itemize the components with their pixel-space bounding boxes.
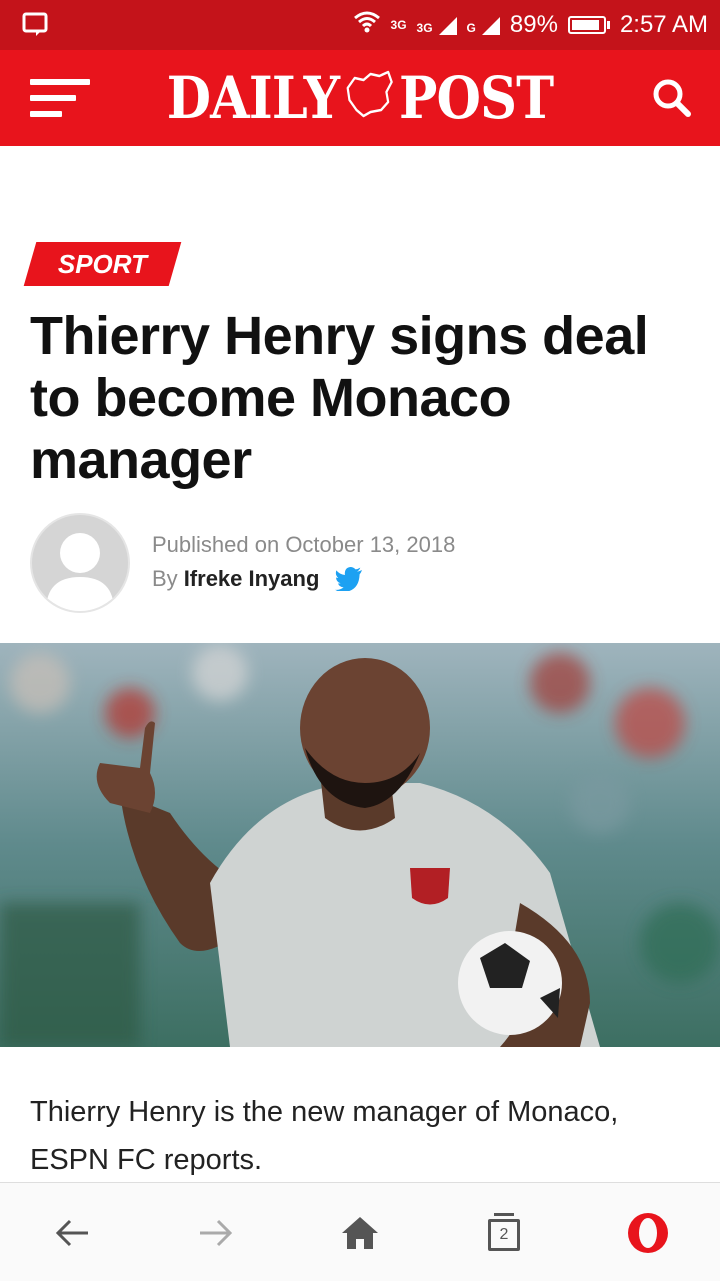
opera-icon — [628, 1213, 668, 1253]
site-logo[interactable]: DAILY POST — [43, 50, 677, 146]
tabs-icon: 2 — [486, 1213, 522, 1253]
logo-text-right: POST — [399, 64, 554, 132]
article-body: Thierry Henry is the new manager of Mona… — [30, 1096, 619, 1176]
article-hero-image[interactable] — [0, 643, 720, 1047]
avatar[interactable] — [30, 513, 130, 613]
battery-icon — [567, 16, 610, 34]
network-type-1: 3G — [390, 18, 407, 32]
signal-icon: 3G — [417, 15, 457, 35]
home-button[interactable] — [332, 1205, 388, 1261]
opera-menu-button[interactable] — [620, 1205, 676, 1261]
twitter-icon[interactable] — [335, 567, 363, 593]
category-label: SPORT — [58, 248, 148, 279]
status-time: 2:57 AM — [619, 11, 708, 38]
menu-icon — [30, 79, 90, 117]
search-button[interactable] — [652, 78, 692, 118]
search-icon — [653, 79, 691, 117]
hero-photo — [0, 643, 720, 1047]
back-button[interactable] — [44, 1205, 100, 1261]
author-line: By Ifreke Inyang — [152, 566, 363, 593]
nigeria-map-icon — [344, 64, 394, 132]
forward-button[interactable] — [188, 1205, 244, 1261]
article-title: Thierry Henry signs deal to become Monac… — [30, 306, 649, 490]
by-label: By — [152, 566, 178, 591]
category-badge[interactable]: SPORT — [23, 242, 182, 286]
network-type-3: G — [466, 21, 476, 35]
tabs-button[interactable]: 2 — [476, 1205, 532, 1261]
back-arrow-icon — [55, 1219, 88, 1247]
logo-text-left: DAILY — [166, 64, 340, 132]
signal-icon: G — [467, 15, 500, 35]
network-type-2: 3G — [416, 21, 433, 35]
tab-count: 2 — [499, 1226, 509, 1243]
status-bar: 3G 3G G 89% 2:57 AM — [0, 0, 720, 50]
notification-icon — [22, 12, 48, 43]
site-header: DAILY POST — [0, 50, 720, 146]
forward-arrow-icon — [200, 1219, 233, 1247]
wifi-icon — [353, 10, 381, 41]
battery-percent: 89% — [509, 11, 558, 38]
avatar-icon — [46, 533, 114, 611]
browser-toolbar: 2 — [0, 1182, 720, 1281]
menu-button[interactable] — [30, 75, 92, 121]
home-icon — [342, 1217, 378, 1249]
author-name[interactable]: Ifreke Inyang — [184, 566, 320, 592]
publish-date: Published on October 13, 2018 — [152, 532, 456, 557]
